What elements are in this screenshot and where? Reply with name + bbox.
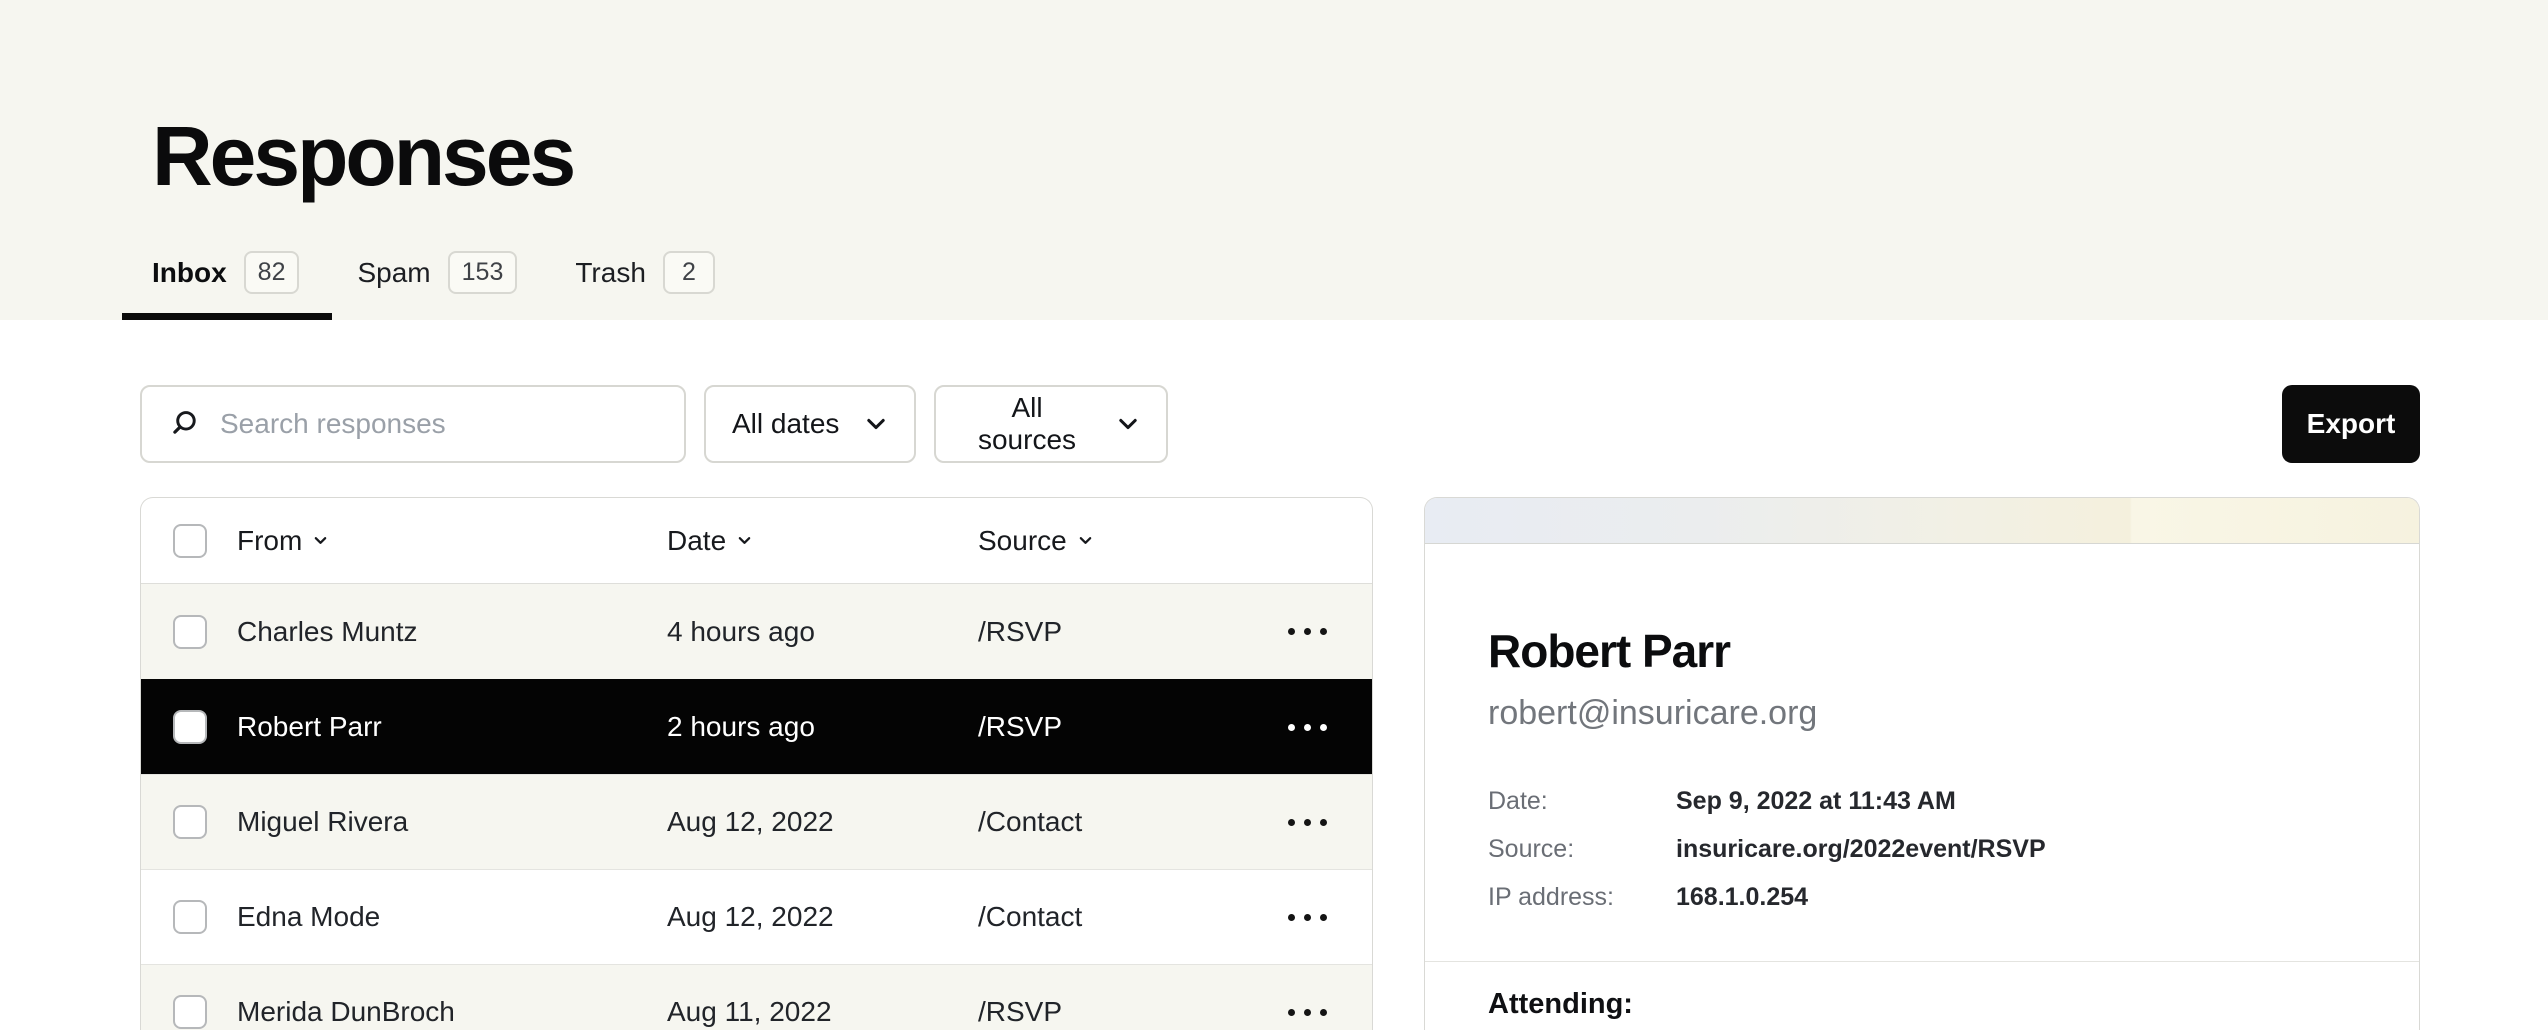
meta-label: Source: <box>1488 825 1676 873</box>
search-input-wrap[interactable] <box>140 385 686 463</box>
chevron-down-icon <box>736 532 753 549</box>
source-filter-value: All sources <box>962 392 1092 456</box>
row-checkbox[interactable] <box>173 995 207 1029</box>
row-from-cell: Charles Muntz <box>237 616 667 648</box>
select-all-checkbox[interactable] <box>173 524 207 558</box>
meta-label: Date: <box>1488 777 1676 825</box>
tab-count-badge: 2 <box>663 251 715 294</box>
response-detail-panel: Robert Parr robert@insuricare.org Date: … <box>1424 497 2420 1030</box>
row-checkbox[interactable] <box>173 900 207 934</box>
source-filter-dropdown[interactable]: All sources <box>934 385 1168 463</box>
chevron-down-icon <box>864 412 888 436</box>
date-filter-dropdown[interactable]: All dates <box>704 385 916 463</box>
row-date-cell: Aug 11, 2022 <box>667 996 978 1028</box>
row-from-cell: Robert Parr <box>237 711 667 743</box>
column-header-from[interactable]: From <box>237 525 667 557</box>
export-button[interactable]: Export <box>2282 385 2420 463</box>
ellipsis-icon[interactable] <box>1288 628 1327 635</box>
row-date-cell: Aug 12, 2022 <box>667 806 978 838</box>
table-body: Charles Muntz 4 hours ago /RSVP Robert P… <box>141 584 1372 1030</box>
meta-value: insuricare.org/2022event/RSVP <box>1676 825 2046 873</box>
detail-meta: Date: Sep 9, 2022 at 11:43 AM Source: in… <box>1488 777 2356 921</box>
meta-label: IP address: <box>1488 873 1676 921</box>
column-header-source[interactable]: Source <box>978 525 1261 557</box>
row-source-cell: /Contact <box>978 806 1261 838</box>
table-row[interactable]: Miguel Rivera Aug 12, 2022 /Contact <box>141 774 1372 869</box>
tab[interactable]: Trash 2 <box>575 251 715 320</box>
responses-page: Responses Inbox 82 Spam 153 Trash 2 All … <box>0 0 2548 1030</box>
row-checkbox[interactable] <box>173 805 207 839</box>
detail-email: robert@insuricare.org <box>1488 694 2356 733</box>
divider <box>1425 961 2419 962</box>
row-from-cell: Merida DunBroch <box>237 996 667 1028</box>
detail-name: Robert Parr <box>1488 624 2356 678</box>
tab[interactable]: Spam 153 <box>357 251 517 320</box>
row-source-cell: /RSVP <box>978 996 1261 1028</box>
ellipsis-icon[interactable] <box>1288 914 1327 921</box>
page-header: Responses Inbox 82 Spam 153 Trash 2 <box>0 0 2548 320</box>
row-checkbox[interactable] <box>173 615 207 649</box>
responses-table: From Date Source <box>140 497 1373 1030</box>
ellipsis-icon[interactable] <box>1288 1009 1327 1016</box>
detail-meta-row: IP address: 168.1.0.254 <box>1488 873 2356 921</box>
chevron-down-icon <box>1077 532 1094 549</box>
search-icon <box>168 408 200 440</box>
tab-label: Spam <box>357 257 430 289</box>
row-checkbox[interactable] <box>173 710 207 744</box>
detail-body: Robert Parr robert@insuricare.org Date: … <box>1425 624 2419 1021</box>
search-input[interactable] <box>220 408 658 440</box>
ellipsis-icon[interactable] <box>1288 819 1327 826</box>
table-header-row: From Date Source <box>141 498 1372 584</box>
chevron-down-icon <box>1116 412 1140 436</box>
meta-value: Sep 9, 2022 at 11:43 AM <box>1676 777 1956 825</box>
tab-count-badge: 82 <box>244 251 300 294</box>
attending-heading: Attending: <box>1488 988 2356 1021</box>
table-row[interactable]: Charles Muntz 4 hours ago /RSVP <box>141 584 1372 679</box>
detail-meta-row: Source: insuricare.org/2022event/RSVP <box>1488 825 2356 873</box>
date-filter-value: All dates <box>732 408 839 440</box>
table-row[interactable]: Robert Parr 2 hours ago /RSVP <box>140 679 1373 774</box>
row-source-cell: /RSVP <box>978 711 1261 743</box>
page-title: Responses <box>152 108 573 205</box>
chevron-down-icon <box>312 532 329 549</box>
table-row[interactable]: Edna Mode Aug 12, 2022 /Contact <box>141 869 1372 964</box>
tab-count-badge: 153 <box>448 251 518 294</box>
detail-meta-row: Date: Sep 9, 2022 at 11:43 AM <box>1488 777 2356 825</box>
ellipsis-icon[interactable] <box>1288 724 1327 731</box>
row-source-cell: /Contact <box>978 901 1261 933</box>
tab[interactable]: Inbox 82 <box>152 251 299 320</box>
tab-label: Inbox <box>152 257 227 289</box>
tab-bar: Inbox 82 Spam 153 Trash 2 <box>152 251 715 320</box>
meta-value: 168.1.0.254 <box>1676 873 1808 921</box>
tab-label: Trash <box>575 257 646 289</box>
toolbar: All dates All sources Export <box>140 385 2420 463</box>
detail-banner <box>1425 498 2419 544</box>
row-source-cell: /RSVP <box>978 616 1261 648</box>
row-date-cell: 4 hours ago <box>667 616 978 648</box>
row-from-cell: Edna Mode <box>237 901 667 933</box>
column-header-date[interactable]: Date <box>667 525 978 557</box>
table-row[interactable]: Merida DunBroch Aug 11, 2022 /RSVP <box>141 964 1372 1030</box>
row-date-cell: Aug 12, 2022 <box>667 901 978 933</box>
main-content: From Date Source <box>140 497 2420 1030</box>
row-from-cell: Miguel Rivera <box>237 806 667 838</box>
row-date-cell: 2 hours ago <box>667 711 978 743</box>
